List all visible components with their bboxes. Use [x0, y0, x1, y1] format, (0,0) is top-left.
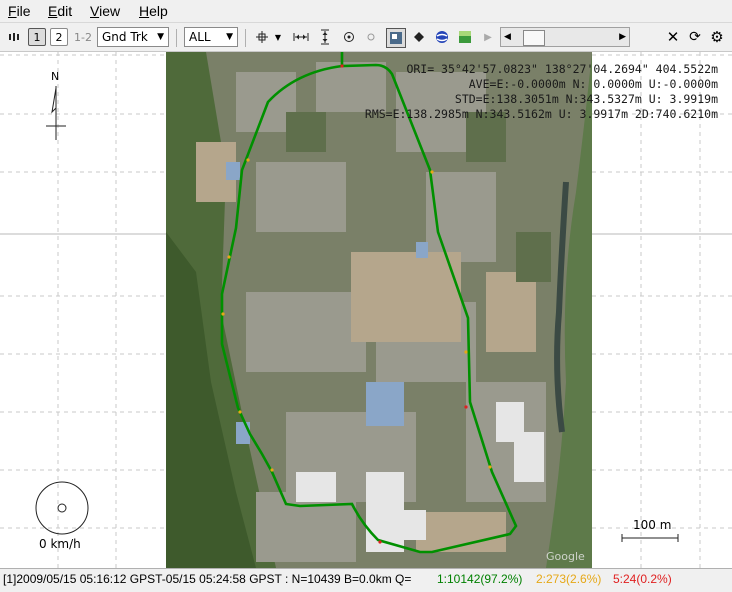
refresh-icon[interactable]: ⟳ — [685, 27, 705, 47]
toolbar: 1 2 1-2 Gnd Trk ▼ ALL ▼ ▼ ▶ ◀ ▶ ✕ ⟳ ⚙ — [0, 23, 732, 52]
std-text: STD=E:138.3051m N:343.5327m U: 3.9919m — [454, 92, 718, 106]
plot-canvas[interactable]: Google ORI= 35°42'57.0823" 138°27'04.269… — [0, 52, 732, 568]
gear-icon[interactable]: ⚙ — [707, 27, 727, 47]
show-map-image-icon[interactable] — [386, 28, 406, 48]
plot-type-value: Gnd Trk — [102, 30, 148, 44]
status-info-text: [1]2009/05/15 05:16:12 GPST-05/15 05:24:… — [3, 572, 412, 586]
solution-2-button[interactable]: 2 — [50, 28, 68, 46]
chevron-down-icon: ▼ — [226, 32, 233, 42]
scale-bar — [621, 534, 679, 542]
fit-horizontal-icon[interactable] — [291, 27, 311, 47]
origin-text: ORI= 35°42'57.0823" 138°27'04.2694" 404.… — [406, 62, 718, 76]
close-icon[interactable]: ✕ — [663, 27, 683, 47]
status-q5-text: 5:24(0.2%) — [613, 572, 672, 586]
point-marker-icon[interactable] — [409, 27, 429, 47]
menu-bar: File Edit View Help — [0, 0, 732, 23]
toolbar-separator — [176, 29, 177, 47]
ground-track — [220, 52, 518, 554]
quality-filter-select[interactable]: ALL ▼ — [184, 27, 238, 47]
chevron-down-icon: ▼ — [157, 32, 164, 42]
slider-thumb[interactable] — [523, 30, 545, 46]
menu-file[interactable]: File — [8, 3, 31, 19]
time-slider[interactable]: ◀ ▶ — [500, 27, 630, 47]
pause-icon[interactable] — [4, 27, 24, 47]
average-text: AVE=E:-0.0000m N: 0.0000m U:-0.0000m — [468, 77, 718, 91]
play-icon[interactable]: ▶ — [478, 27, 498, 47]
status-bar: [1]2009/05/15 05:16:12 GPST-05/15 05:24:… — [0, 568, 732, 592]
menu-view[interactable]: View — [90, 3, 120, 19]
speed-text: 0 km/h — [39, 537, 81, 551]
google-earth-icon[interactable] — [432, 27, 452, 47]
north-arrow-icon — [46, 86, 66, 140]
status-q2-text: 2:273(2.6%) — [536, 572, 602, 586]
slider-left-arrow-icon[interactable]: ◀ — [504, 32, 511, 42]
fit-vertical-icon[interactable] — [315, 27, 335, 47]
solution-1-button[interactable]: 1 — [28, 28, 46, 46]
velocity-compass-icon — [35, 481, 89, 535]
crosshair-icon[interactable] — [252, 27, 272, 47]
map-layer-icon[interactable] — [455, 27, 475, 47]
plot-type-select[interactable]: Gnd Trk ▼ — [97, 27, 169, 47]
slider-right-arrow-icon[interactable]: ▶ — [619, 32, 626, 42]
crosshair-dropdown-icon[interactable]: ▼ — [273, 27, 283, 47]
quality-filter-value: ALL — [189, 30, 211, 44]
center-point-icon[interactable] — [361, 27, 381, 47]
rms-text: RMS=E:138.2985m N:343.5162m U: 3.9917m 2… — [364, 107, 718, 121]
menu-edit[interactable]: Edit — [48, 3, 72, 19]
north-label: N — [51, 70, 60, 83]
status-q1-text: 1:10142(97.2%) — [437, 572, 523, 586]
solution-1-2-button[interactable]: 1-2 — [72, 27, 94, 47]
center-origin-icon[interactable] — [339, 27, 359, 47]
toolbar-separator — [245, 29, 246, 47]
scale-label: 100 m — [633, 518, 672, 532]
menu-help[interactable]: Help — [139, 3, 168, 19]
